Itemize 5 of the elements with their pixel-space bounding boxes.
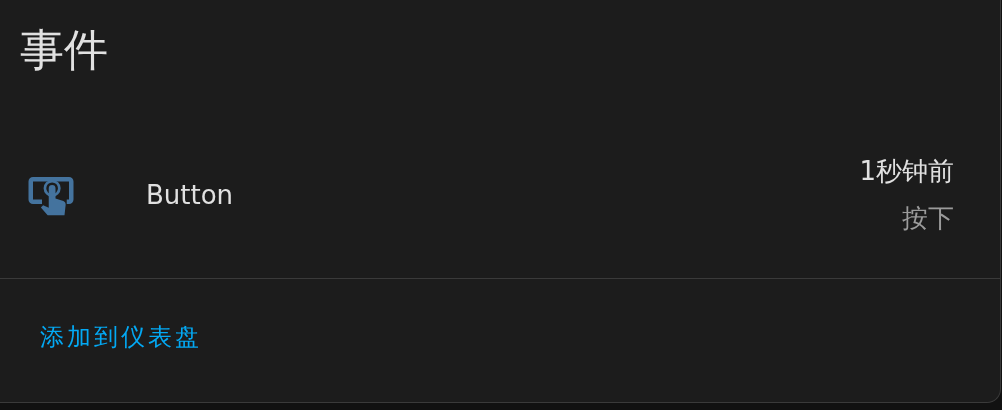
- entity-name: Button: [146, 178, 235, 212]
- state-text: 按下: [902, 202, 954, 235]
- add-to-dashboard-link[interactable]: 添加到仪表盘: [40, 323, 202, 351]
- card-title: 事件: [20, 24, 108, 75]
- last-changed-time: 1秒钟前: [859, 155, 954, 188]
